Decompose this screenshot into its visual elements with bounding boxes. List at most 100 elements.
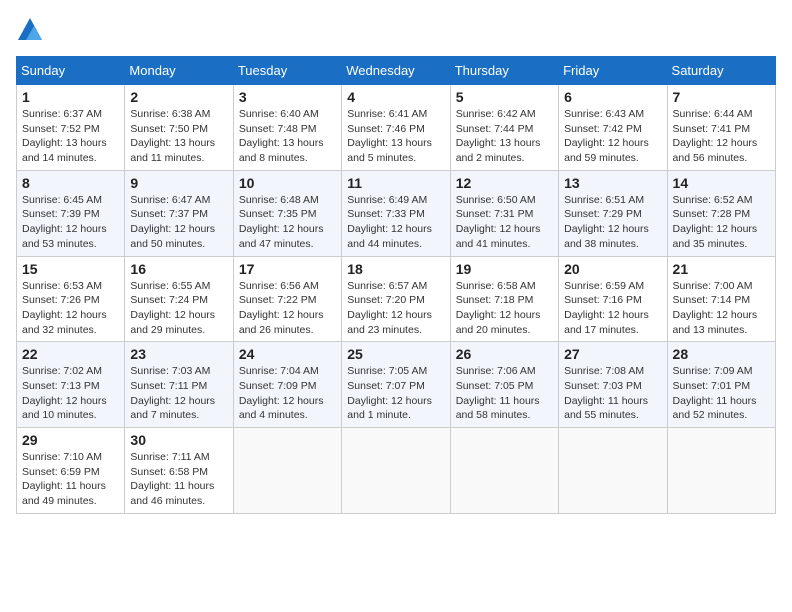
day-info: Sunrise: 6:37 AMSunset: 7:52 PMDaylight:… bbox=[22, 107, 119, 166]
calendar-cell: 17 Sunrise: 6:56 AMSunset: 7:22 PMDayligh… bbox=[233, 256, 341, 342]
day-info: Sunrise: 7:08 AMSunset: 7:03 PMDaylight:… bbox=[564, 364, 661, 423]
weekday-header-monday: Monday bbox=[125, 57, 233, 85]
day-info: Sunrise: 7:03 AMSunset: 7:11 PMDaylight:… bbox=[130, 364, 227, 423]
day-info: Sunrise: 6:59 AMSunset: 7:16 PMDaylight:… bbox=[564, 279, 661, 338]
day-number: 26 bbox=[456, 346, 553, 362]
day-number: 12 bbox=[456, 175, 553, 191]
calendar-cell: 14Sunrise: 6:52 AMSunset: 7:28 PMDayligh… bbox=[667, 170, 775, 256]
weekday-header-sunday: Sunday bbox=[17, 57, 125, 85]
day-number: 17 bbox=[239, 261, 336, 277]
day-number: 25 bbox=[347, 346, 444, 362]
day-number: 11 bbox=[347, 175, 444, 191]
calendar-cell: 28 Sunrise: 7:09 AMSunset: 7:01 PMDayligh… bbox=[667, 342, 775, 428]
day-info: Sunrise: 6:44 AMSunset: 7:41 PMDaylight:… bbox=[673, 107, 770, 166]
day-number: 1 bbox=[22, 89, 119, 105]
calendar-cell bbox=[667, 428, 775, 514]
day-info: Sunrise: 7:11 AMSunset: 6:58 PMDaylight:… bbox=[130, 450, 227, 509]
day-number: 21 bbox=[673, 261, 770, 277]
day-number: 4 bbox=[347, 89, 444, 105]
calendar-cell: 21 Sunrise: 7:00 AMSunset: 7:14 PMDayligh… bbox=[667, 256, 775, 342]
calendar-week-row: 8Sunrise: 6:45 AMSunset: 7:39 PMDaylight… bbox=[17, 170, 776, 256]
calendar-cell: 6 Sunrise: 6:43 AMSunset: 7:42 PMDaylight… bbox=[559, 85, 667, 171]
day-info: Sunrise: 7:09 AMSunset: 7:01 PMDaylight:… bbox=[673, 364, 770, 423]
day-info: Sunrise: 6:57 AMSunset: 7:20 PMDaylight:… bbox=[347, 279, 444, 338]
calendar-cell: 10 Sunrise: 6:48 AMSunset: 7:35 PMDayligh… bbox=[233, 170, 341, 256]
calendar-cell: 26Sunrise: 7:06 AMSunset: 7:05 PMDayligh… bbox=[450, 342, 558, 428]
day-number: 15 bbox=[22, 261, 119, 277]
day-info: Sunrise: 7:02 AMSunset: 7:13 PMDaylight:… bbox=[22, 364, 119, 423]
day-number: 19 bbox=[456, 261, 553, 277]
calendar-cell: 15 Sunrise: 6:53 AMSunset: 7:26 PMDayligh… bbox=[17, 256, 125, 342]
calendar-cell: 19 Sunrise: 6:58 AMSunset: 7:18 PMDayligh… bbox=[450, 256, 558, 342]
day-info: Sunrise: 6:56 AMSunset: 7:22 PMDaylight:… bbox=[239, 279, 336, 338]
calendar-cell: 8Sunrise: 6:45 AMSunset: 7:39 PMDaylight… bbox=[17, 170, 125, 256]
day-number: 2 bbox=[130, 89, 227, 105]
day-number: 9 bbox=[130, 175, 227, 191]
calendar-cell: 22 Sunrise: 7:02 AMSunset: 7:13 PMDayligh… bbox=[17, 342, 125, 428]
calendar-cell: 25Sunrise: 7:05 AMSunset: 7:07 PMDayligh… bbox=[342, 342, 450, 428]
day-number: 22 bbox=[22, 346, 119, 362]
day-number: 20 bbox=[564, 261, 661, 277]
day-info: Sunrise: 6:42 AMSunset: 7:44 PMDaylight:… bbox=[456, 107, 553, 166]
day-info: Sunrise: 6:47 AMSunset: 7:37 PMDaylight:… bbox=[130, 193, 227, 252]
calendar-header-row: SundayMondayTuesdayWednesdayThursdayFrid… bbox=[17, 57, 776, 85]
day-number: 8 bbox=[22, 175, 119, 191]
day-info: Sunrise: 6:49 AMSunset: 7:33 PMDaylight:… bbox=[347, 193, 444, 252]
day-info: Sunrise: 7:00 AMSunset: 7:14 PMDaylight:… bbox=[673, 279, 770, 338]
calendar-week-row: 15 Sunrise: 6:53 AMSunset: 7:26 PMDayligh… bbox=[17, 256, 776, 342]
day-info: Sunrise: 6:51 AMSunset: 7:29 PMDaylight:… bbox=[564, 193, 661, 252]
day-info: Sunrise: 6:53 AMSunset: 7:26 PMDaylight:… bbox=[22, 279, 119, 338]
logo-icon bbox=[16, 16, 44, 44]
logo bbox=[16, 16, 48, 44]
calendar-cell: 24Sunrise: 7:04 AMSunset: 7:09 PMDayligh… bbox=[233, 342, 341, 428]
day-info: Sunrise: 6:43 AMSunset: 7:42 PMDaylight:… bbox=[564, 107, 661, 166]
calendar-cell: 5 Sunrise: 6:42 AMSunset: 7:44 PMDaylight… bbox=[450, 85, 558, 171]
calendar-week-row: 29 Sunrise: 7:10 AMSunset: 6:59 PMDayligh… bbox=[17, 428, 776, 514]
calendar-table: SundayMondayTuesdayWednesdayThursdayFrid… bbox=[16, 56, 776, 514]
day-info: Sunrise: 6:58 AMSunset: 7:18 PMDaylight:… bbox=[456, 279, 553, 338]
calendar-cell: 2 Sunrise: 6:38 AMSunset: 7:50 PMDaylight… bbox=[125, 85, 233, 171]
day-number: 16 bbox=[130, 261, 227, 277]
day-info: Sunrise: 7:10 AMSunset: 6:59 PMDaylight:… bbox=[22, 450, 119, 509]
calendar-cell: 20 Sunrise: 6:59 AMSunset: 7:16 PMDayligh… bbox=[559, 256, 667, 342]
calendar-cell: 23Sunrise: 7:03 AMSunset: 7:11 PMDayligh… bbox=[125, 342, 233, 428]
day-info: Sunrise: 6:38 AMSunset: 7:50 PMDaylight:… bbox=[130, 107, 227, 166]
weekday-header-friday: Friday bbox=[559, 57, 667, 85]
day-info: Sunrise: 6:41 AMSunset: 7:46 PMDaylight:… bbox=[347, 107, 444, 166]
calendar-cell: 16 Sunrise: 6:55 AMSunset: 7:24 PMDayligh… bbox=[125, 256, 233, 342]
page-header bbox=[16, 16, 776, 44]
day-number: 13 bbox=[564, 175, 661, 191]
calendar-cell: 9 Sunrise: 6:47 AMSunset: 7:37 PMDaylight… bbox=[125, 170, 233, 256]
day-number: 30 bbox=[130, 432, 227, 448]
day-number: 5 bbox=[456, 89, 553, 105]
calendar-week-row: 22 Sunrise: 7:02 AMSunset: 7:13 PMDayligh… bbox=[17, 342, 776, 428]
day-info: Sunrise: 6:40 AMSunset: 7:48 PMDaylight:… bbox=[239, 107, 336, 166]
day-number: 14 bbox=[673, 175, 770, 191]
day-number: 24 bbox=[239, 346, 336, 362]
calendar-cell: 7 Sunrise: 6:44 AMSunset: 7:41 PMDaylight… bbox=[667, 85, 775, 171]
day-number: 10 bbox=[239, 175, 336, 191]
day-number: 6 bbox=[564, 89, 661, 105]
day-info: Sunrise: 6:55 AMSunset: 7:24 PMDaylight:… bbox=[130, 279, 227, 338]
calendar-cell bbox=[559, 428, 667, 514]
day-info: Sunrise: 6:50 AMSunset: 7:31 PMDaylight:… bbox=[456, 193, 553, 252]
day-number: 29 bbox=[22, 432, 119, 448]
day-number: 7 bbox=[673, 89, 770, 105]
weekday-header-wednesday: Wednesday bbox=[342, 57, 450, 85]
calendar-cell: 29 Sunrise: 7:10 AMSunset: 6:59 PMDayligh… bbox=[17, 428, 125, 514]
weekday-header-tuesday: Tuesday bbox=[233, 57, 341, 85]
calendar-cell: 11 Sunrise: 6:49 AMSunset: 7:33 PMDayligh… bbox=[342, 170, 450, 256]
calendar-cell: 27 Sunrise: 7:08 AMSunset: 7:03 PMDayligh… bbox=[559, 342, 667, 428]
day-number: 3 bbox=[239, 89, 336, 105]
day-number: 18 bbox=[347, 261, 444, 277]
day-number: 27 bbox=[564, 346, 661, 362]
day-info: Sunrise: 6:48 AMSunset: 7:35 PMDaylight:… bbox=[239, 193, 336, 252]
weekday-header-thursday: Thursday bbox=[450, 57, 558, 85]
calendar-cell bbox=[342, 428, 450, 514]
calendar-cell: 1 Sunrise: 6:37 AMSunset: 7:52 PMDaylight… bbox=[17, 85, 125, 171]
weekday-header-saturday: Saturday bbox=[667, 57, 775, 85]
calendar-cell: 12 Sunrise: 6:50 AMSunset: 7:31 PMDayligh… bbox=[450, 170, 558, 256]
calendar-cell bbox=[450, 428, 558, 514]
calendar-cell: 18 Sunrise: 6:57 AMSunset: 7:20 PMDayligh… bbox=[342, 256, 450, 342]
day-number: 28 bbox=[673, 346, 770, 362]
